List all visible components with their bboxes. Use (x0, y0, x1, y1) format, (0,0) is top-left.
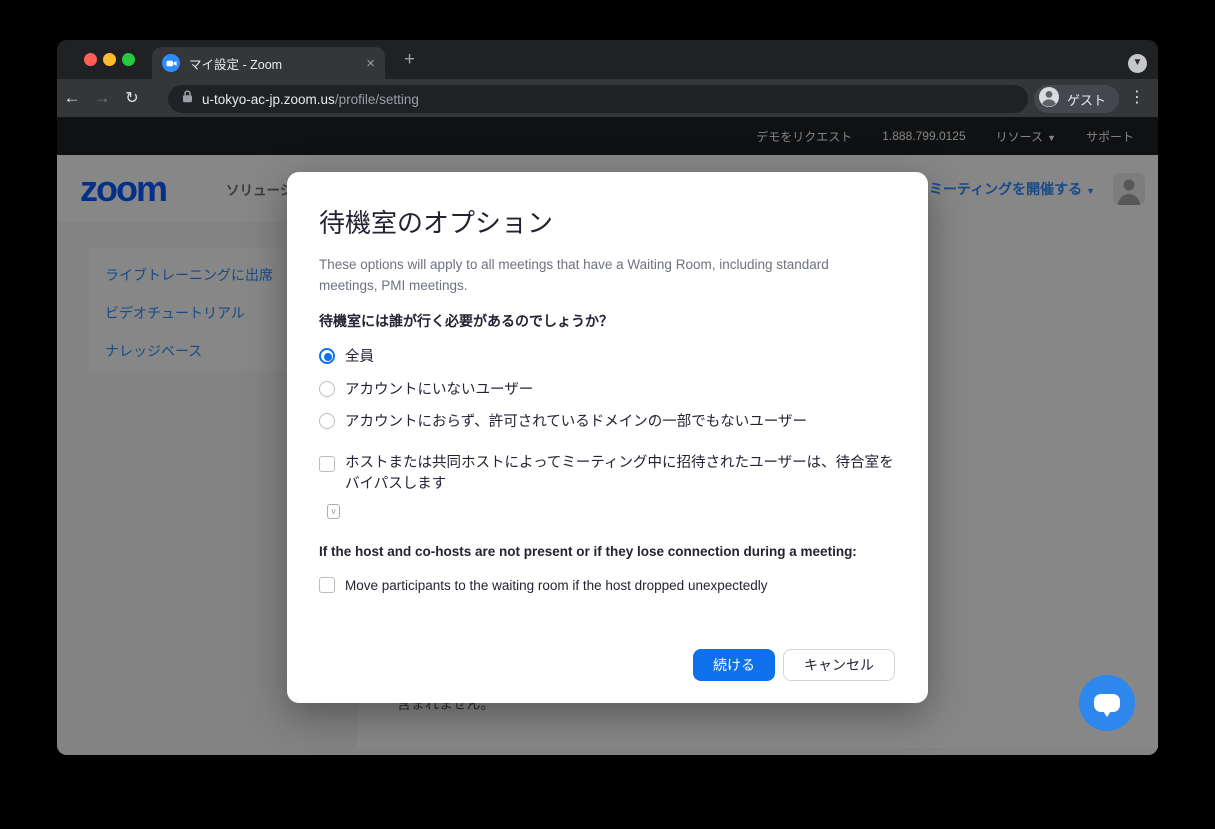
person-icon (1038, 86, 1060, 113)
browser-toolbar: ← → ↻ u-tokyo-ac-jp.zoom.us/profile/sett… (57, 79, 1158, 117)
tab-title: マイ設定 - Zoom (189, 54, 360, 73)
profile-guest-button[interactable]: ゲスト (1034, 85, 1119, 113)
tab-my-settings[interactable]: マイ設定 - Zoom × (152, 47, 385, 79)
tab-close-icon[interactable]: × (366, 55, 375, 72)
radio-users-not-in-allowed-domains[interactable]: アカウントにおらず、許可されているドメインの一部でもないユーザー (319, 410, 807, 431)
zoom-favicon-icon (162, 54, 180, 72)
window-close-button[interactable] (84, 53, 97, 66)
guest-label: ゲスト (1067, 90, 1106, 109)
url-path: /profile/setting (335, 92, 419, 107)
continue-button[interactable]: 続ける (693, 649, 775, 681)
dialog-buttons: 続ける キャンセル (693, 649, 895, 681)
reload-button[interactable]: ↻ (117, 88, 147, 108)
page-viewport: デモをリクエスト 1.888.799.0125 リソース▼ サポート zoom … (57, 117, 1158, 755)
radio-selected-icon[interactable] (319, 348, 335, 364)
tab-strip: マイ設定 - Zoom × + ▼ (57, 40, 1158, 79)
window-minimize-button[interactable] (103, 53, 116, 66)
waiting-room-options-dialog: 待機室のオプション These options will apply to al… (287, 172, 928, 703)
condition-heading: If the host and co-hosts are not present… (319, 544, 857, 559)
radio-everyone[interactable]: 全員 (319, 345, 374, 366)
url-host: u-tokyo-ac-jp.zoom.us (202, 92, 335, 107)
window-zoom-button[interactable] (122, 53, 135, 66)
checkbox-bypass-waiting-room[interactable]: ホストまたは共同ホストによってミーティング中に招待されたユーザーは、待合室をバイ… (319, 456, 894, 495)
back-button[interactable]: ← (57, 88, 87, 108)
forward-button[interactable]: → (87, 88, 117, 108)
dialog-title: 待機室のオプション (319, 203, 553, 240)
checkbox-move-participants[interactable]: Move participants to the waiting room if… (319, 577, 768, 593)
radio-icon[interactable] (319, 381, 335, 397)
address-bar[interactable]: u-tokyo-ac-jp.zoom.us/profile/setting (168, 85, 1028, 113)
radio-users-not-in-account[interactable]: アカウントにいないユーザー (319, 378, 533, 399)
radio-icon[interactable] (319, 413, 335, 429)
url-text: u-tokyo-ac-jp.zoom.us/profile/setting (202, 92, 419, 107)
browser-update-chevron-icon[interactable]: ▼ (1128, 54, 1147, 73)
checkbox-icon[interactable] (319, 577, 335, 593)
screen: マイ設定 - Zoom × + ▼ ← → ↻ u-tokyo-ac-jp.zo… (0, 0, 1215, 829)
chat-widget-button[interactable] (1079, 675, 1135, 731)
dialog-description: These options will apply to all meetings… (319, 254, 859, 296)
lock-icon (182, 90, 193, 108)
new-tab-button[interactable]: + (404, 51, 415, 68)
browser-window: マイ設定 - Zoom × + ▼ ← → ↻ u-tokyo-ac-jp.zo… (57, 40, 1158, 755)
speech-bubble-icon (1094, 694, 1120, 712)
dialog-question: 待機室には誰が行く必要があるのでしょうか？ (319, 311, 613, 331)
checkbox-icon[interactable] (319, 456, 335, 472)
cancel-button[interactable]: キャンセル (783, 649, 895, 681)
broken-image-icon: v (327, 504, 340, 519)
browser-menu-button[interactable]: ⋮ (1129, 87, 1145, 107)
